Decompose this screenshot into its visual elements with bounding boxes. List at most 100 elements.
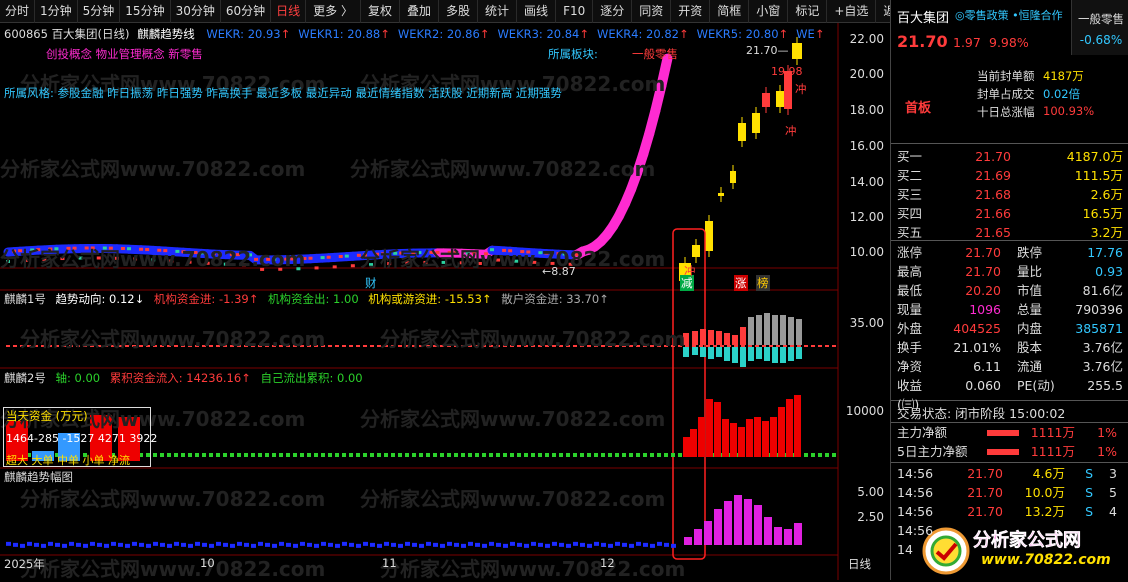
tick-time: 14:56 — [891, 464, 941, 483]
pane1-bar — [517, 345, 521, 347]
pane2-bar — [678, 453, 682, 457]
x-axis-month: 11 — [382, 556, 397, 570]
industry-name: 一般零售 — [1072, 11, 1128, 27]
pane1-bar — [776, 345, 780, 347]
pane2-bar — [601, 453, 605, 457]
tick-price: 21.70 — [941, 464, 1003, 483]
stat-value: 0.060 — [933, 376, 1001, 395]
toolbar-item[interactable]: 叠加 — [400, 0, 439, 23]
pane3-bar — [181, 543, 186, 547]
pane1-bar — [405, 345, 409, 347]
pane1-bar — [265, 345, 269, 347]
toolbar-item[interactable]: 1分钟 — [35, 0, 78, 23]
industry-box[interactable]: 一般零售 -0.68% — [1071, 0, 1128, 55]
pane1-bar — [412, 345, 416, 347]
pane3-bar — [83, 544, 88, 548]
toolbar-item[interactable]: 开资 — [671, 0, 710, 23]
pane1-bar — [237, 345, 241, 347]
pane2-bar — [384, 453, 388, 457]
price-axis-tick: 18.00 — [838, 103, 890, 117]
last-price: 21.70 — [897, 32, 948, 51]
candle — [30, 248, 34, 251]
pane2-bar — [746, 419, 753, 457]
pane1-bar — [447, 345, 451, 347]
wekr-values: WEKR: 20.93↑WEKR1: 20.88↑WEKR2: 20.86↑WE… — [198, 27, 824, 41]
pane1-bar — [756, 347, 762, 359]
candle — [109, 247, 113, 250]
stat-label: 量比 — [1001, 262, 1061, 281]
candle — [212, 252, 216, 255]
wekr-value: WEKR: 20.93 — [206, 27, 280, 41]
candle — [752, 113, 760, 133]
chart-area[interactable]: 分析家公式网www.70822.com 分析家公式网www.70822.com … — [0, 23, 890, 580]
candle — [85, 247, 89, 250]
toolbar-item[interactable]: 小窗 — [749, 0, 788, 23]
toolbar-item[interactable]: 5分钟 — [78, 0, 121, 23]
pane3-bar — [468, 542, 473, 546]
high-price-marker: 21.70— — [746, 44, 789, 57]
candle — [381, 252, 385, 255]
pane1-bar — [643, 345, 647, 347]
stat-row: 外盘404525内盘385871 — [891, 319, 1128, 338]
candle — [200, 251, 204, 254]
pane1-bar — [531, 345, 535, 347]
pane1-bar — [475, 345, 479, 347]
pane3-bar — [258, 542, 263, 546]
toolbar-item[interactable]: 分时 — [0, 0, 35, 23]
pane3-title: 麒麟趋势幅图 — [4, 469, 73, 485]
pane1-bar — [727, 345, 731, 347]
pane2-bar — [272, 453, 276, 457]
pane3-bar — [503, 544, 508, 548]
pane3-bar — [714, 509, 722, 545]
toolbar-item[interactable]: 多股 — [439, 0, 478, 23]
candle — [42, 258, 46, 261]
toolbar-item[interactable]: 简框 — [710, 0, 749, 23]
pane2-bar — [832, 453, 836, 457]
toolbar-item[interactable]: 更多 〉 — [306, 0, 361, 23]
pane2-axis-val: 轴: 0.00 — [55, 371, 100, 385]
pane1-bar — [573, 345, 577, 347]
pane3-bar — [552, 542, 557, 546]
pane3-bar — [744, 499, 752, 545]
pane1-bar — [27, 345, 31, 347]
toolbar-item[interactable]: 逐分 — [593, 0, 632, 23]
toolbar-item[interactable]: 画线 — [517, 0, 556, 23]
fund-box-title: 当天资金 (万元) — [6, 408, 88, 424]
toolbar-item[interactable]: F10 — [556, 0, 593, 23]
toolbar-item[interactable]: 统计 — [478, 0, 517, 23]
pane1-bar — [566, 345, 570, 347]
bid-label: 买五 — [891, 223, 951, 242]
flow-pct: 1% — [1075, 442, 1123, 461]
toolbar-item[interactable]: 标记 — [788, 0, 827, 23]
bid-volume: 3.2万 — [1011, 223, 1123, 242]
toolbar-item[interactable]: 同资 — [632, 0, 671, 23]
toolbar-item[interactable]: 15分钟 — [120, 0, 170, 23]
candle — [24, 259, 28, 262]
pane1-bar — [202, 345, 206, 347]
pane1-bar — [804, 345, 808, 347]
pane2-bar — [447, 453, 451, 457]
toolbar-item[interactable]: 30分钟 — [171, 0, 221, 23]
toolbar-item[interactable]: +自选 — [827, 0, 876, 23]
pane3-bar — [76, 543, 81, 547]
pane2-bar — [286, 453, 290, 457]
candle — [442, 261, 446, 264]
pane1-bar — [279, 345, 283, 347]
pane1-title: 麒麟1号 — [4, 292, 46, 306]
toolbar-item[interactable]: 复权 — [361, 0, 400, 23]
pane3-bar — [419, 544, 424, 548]
pane3-bar — [629, 544, 634, 548]
flow-row: 5日主力净额1111万1% — [891, 442, 1128, 461]
bid-row: 买二21.69111.5万 — [891, 166, 1128, 185]
toolbar-item[interactable]: 日线 — [271, 0, 306, 23]
candle — [520, 250, 524, 253]
candle — [175, 250, 179, 253]
pane1-bar — [772, 347, 778, 363]
candle — [121, 247, 125, 250]
pane2-bar — [153, 453, 157, 457]
period-label[interactable]: 日线 — [848, 556, 871, 572]
toolbar-item[interactable]: 60分钟 — [221, 0, 271, 23]
pane1-bar — [664, 345, 668, 347]
candle — [369, 263, 373, 266]
pane3-bar — [27, 542, 32, 546]
